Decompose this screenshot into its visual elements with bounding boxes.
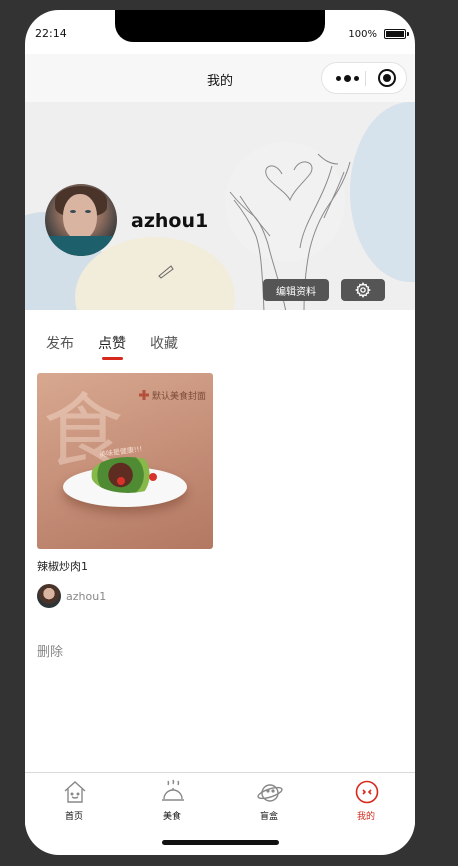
tabbar-label: 我的 xyxy=(356,812,375,822)
capsule-divider xyxy=(365,71,366,86)
more-icon[interactable] xyxy=(330,63,364,93)
bottom-tabbar: 首页 美食 盲盒 我的 xyxy=(25,772,415,826)
food-cover-icon xyxy=(162,779,184,801)
food xyxy=(149,473,157,481)
battery-percent: 100% xyxy=(348,29,377,40)
tabbar-item-food[interactable]: 美食 xyxy=(123,773,221,827)
profile-banner: azhou1 编辑资料 xyxy=(25,102,415,310)
status-time: 22:14 xyxy=(35,27,67,40)
profile-username: azhou1 xyxy=(131,210,209,232)
active-tab-indicator xyxy=(102,357,123,360)
phone-frame: 22:14 100% 我的 azhou1 编辑资料 发布 点赞 收藏 食 默认美… xyxy=(25,10,415,855)
home-indicator xyxy=(162,840,279,845)
tabbar-label: 美食 xyxy=(162,812,181,822)
author-avatar xyxy=(37,584,61,608)
settings-button[interactable] xyxy=(341,279,385,301)
tab-liked[interactable]: 点赞 xyxy=(98,333,126,353)
planet-icon xyxy=(257,784,283,802)
recipe-title[interactable]: 辣椒炒肉1 xyxy=(37,558,88,574)
edit-profile-button[interactable]: 编辑资料 xyxy=(263,279,329,301)
tabbar-item-blindbox[interactable]: 盲盒 xyxy=(220,773,318,827)
delete-button[interactable]: 删除 xyxy=(37,641,63,660)
recipe-cover-image[interactable]: 食 默认美食封面 美味是健康!!! xyxy=(37,373,213,549)
close-icon[interactable] xyxy=(378,69,396,87)
tabbar-label: 首页 xyxy=(64,812,83,822)
tabbar-item-home[interactable]: 首页 xyxy=(25,773,123,827)
navbar: 我的 xyxy=(25,54,415,102)
tabbar-label: 盲盒 xyxy=(259,812,278,822)
menu-capsule xyxy=(321,62,407,94)
author-name: azhou1 xyxy=(66,590,107,603)
profile-face-icon xyxy=(355,780,379,804)
tabbar-item-mine[interactable]: 我的 xyxy=(317,773,415,827)
plus-icon xyxy=(139,390,149,400)
notch xyxy=(115,10,325,42)
gear-icon xyxy=(355,282,371,298)
food xyxy=(117,477,125,485)
battery-icon xyxy=(384,29,409,39)
profile-avatar[interactable] xyxy=(45,184,117,256)
home-icon xyxy=(64,781,86,803)
tab-favorites[interactable]: 收藏 xyxy=(150,333,178,353)
decor-stroke xyxy=(158,265,174,279)
cover-tag: 默认美食封面 xyxy=(152,392,207,402)
content-tabs: 发布 点赞 收藏 xyxy=(25,310,415,370)
tab-published[interactable]: 发布 xyxy=(46,333,74,353)
